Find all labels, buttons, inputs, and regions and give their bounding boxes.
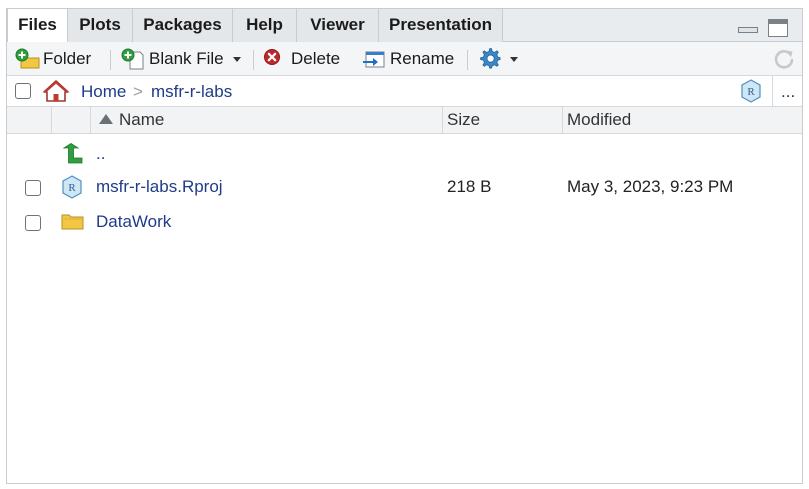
toolbar-separator — [253, 50, 254, 70]
table-row: DataWork — [7, 206, 802, 240]
tab-packages[interactable]: Packages — [133, 9, 233, 42]
tab-strip: Files Plots Packages Help Viewer Present… — [7, 9, 802, 43]
rename-label: Rename — [390, 49, 455, 68]
table-row: R msfr-r-labs.Rproj 218 B May 3, 2023, 9… — [7, 171, 802, 205]
new-blank-file-button[interactable]: Blank File — [121, 46, 241, 72]
delete-button[interactable]: Delete — [263, 46, 340, 72]
column-name-label: Name — [119, 110, 165, 129]
column-size-label: Size — [447, 110, 481, 129]
minimize-icon — [738, 27, 758, 33]
svg-text:R: R — [68, 182, 76, 194]
file-modified: May 3, 2023, 9:23 PM — [567, 177, 734, 196]
maximize-icon — [769, 20, 787, 24]
file-size: 218 B — [447, 177, 492, 196]
home-icon[interactable] — [43, 79, 69, 103]
breadcrumb-home[interactable]: Home — [81, 82, 126, 102]
folder-icon — [61, 210, 84, 232]
tab-files[interactable]: Files — [7, 9, 68, 43]
rename-icon — [362, 48, 385, 70]
refresh-button[interactable] — [773, 46, 801, 72]
column-icon — [52, 107, 91, 133]
tab-presentation[interactable]: Presentation — [379, 9, 503, 42]
more-options-button[interactable]: ... — [781, 82, 795, 102]
folder-name-link[interactable]: DataWork — [96, 212, 171, 232]
breadcrumb-current[interactable]: msfr-r-labs — [151, 82, 232, 102]
tab-plots[interactable]: Plots — [68, 9, 133, 42]
file-name-link[interactable]: msfr-r-labs.Rproj — [96, 177, 223, 197]
delete-icon — [263, 48, 285, 70]
new-folder-label: Folder — [43, 49, 92, 68]
column-header: Name Size Modified — [7, 107, 802, 134]
tab-viewer[interactable]: Viewer — [297, 9, 379, 42]
column-name[interactable]: Name — [91, 107, 443, 133]
breadcrumb-separator: > — [133, 82, 143, 101]
table-row: .. — [7, 138, 802, 172]
rename-button[interactable]: Rename — [362, 46, 454, 72]
gear-icon — [480, 48, 502, 70]
svg-text:R: R — [747, 86, 755, 98]
toolbar-separator — [110, 50, 111, 70]
delete-label: Delete — [291, 49, 341, 68]
column-checkbox — [7, 107, 52, 133]
row-checkbox[interactable] — [25, 180, 41, 196]
maximize-pane-button[interactable] — [768, 19, 788, 37]
rproj-icon[interactable]: R — [740, 79, 762, 103]
files-toolbar: Folder Blank File Delete Rename — [7, 42, 802, 76]
select-all-checkbox[interactable] — [15, 83, 31, 99]
breadcrumb: Home > msfr-r-labs R ... — [7, 76, 802, 107]
sort-ascending-icon — [99, 114, 113, 124]
row-checkbox[interactable] — [25, 215, 41, 231]
refresh-icon — [773, 48, 795, 70]
toolbar-separator — [467, 50, 468, 70]
files-pane: Files Plots Packages Help Viewer Present… — [6, 8, 803, 484]
up-arrow-icon[interactable] — [61, 142, 83, 164]
column-modified-label: Modified — [567, 110, 632, 129]
breadcrumb-divider — [772, 76, 773, 106]
tab-help[interactable]: Help — [233, 9, 297, 42]
column-modified[interactable]: Modified — [563, 107, 803, 133]
new-folder-icon — [15, 48, 40, 70]
new-blank-file-label: Blank File — [149, 49, 224, 68]
minimize-pane-button[interactable] — [738, 19, 758, 37]
column-size[interactable]: Size — [443, 107, 563, 133]
rproj-icon: R — [61, 175, 83, 199]
new-folder-button[interactable]: Folder — [15, 46, 91, 72]
chevron-down-icon — [510, 56, 518, 62]
chevron-down-icon — [232, 56, 241, 62]
more-file-commands-button[interactable] — [480, 46, 518, 72]
file-name-link[interactable]: .. — [96, 144, 105, 164]
new-blank-file-icon — [121, 48, 144, 70]
